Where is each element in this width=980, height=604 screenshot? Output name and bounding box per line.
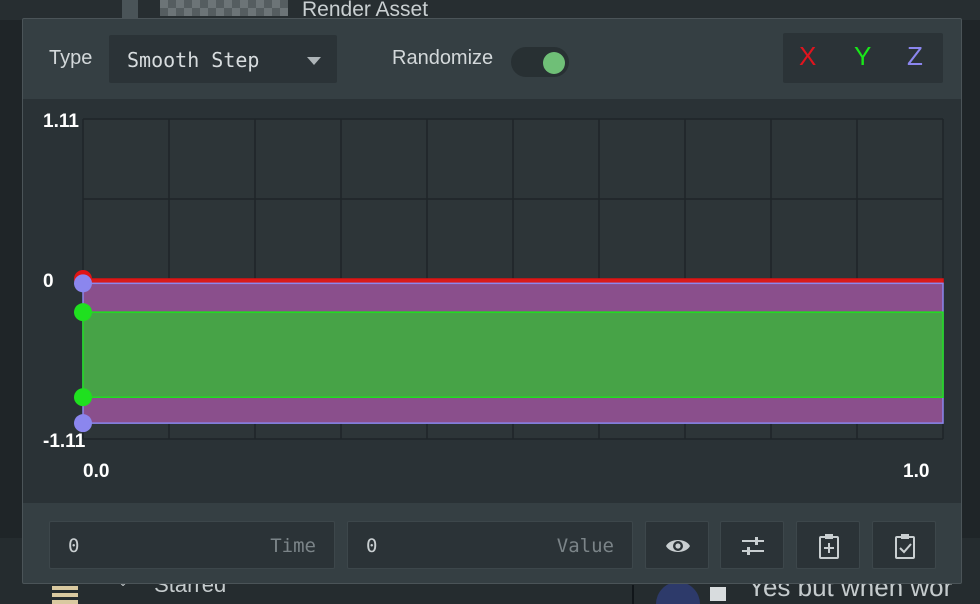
- axis-z-button[interactable]: Z: [907, 41, 923, 72]
- keyframe-handle-y: [74, 303, 92, 322]
- value-field-label: Value: [556, 535, 614, 557]
- folder-icon: [52, 586, 78, 604]
- sliders-icon: [742, 537, 764, 555]
- y-tick-label: 1.11: [43, 111, 79, 132]
- randomize-toggle[interactable]: [511, 47, 569, 77]
- type-selected-value: Smooth Step: [127, 48, 260, 72]
- y-tick-label: -1.11: [43, 431, 86, 452]
- eye-icon: [666, 540, 690, 552]
- axis-y-button[interactable]: Y: [854, 41, 871, 72]
- keyframe-handle-z: [74, 414, 92, 433]
- randomize-label: Randomize: [392, 47, 494, 69]
- asset-thumbnail: [160, 0, 288, 16]
- x-tick-label: 0.0: [83, 461, 109, 482]
- value-field[interactable]: 0 Value: [347, 521, 633, 569]
- axis-x-button[interactable]: X: [799, 41, 816, 72]
- paste-check-button[interactable]: [872, 521, 936, 569]
- visibility-button[interactable]: [645, 521, 709, 569]
- curve-chart[interactable]: 1.11 0 -1.11 0.0 1.0: [23, 99, 961, 503]
- time-field[interactable]: 0 Time: [49, 521, 335, 569]
- y-tick-label: 0: [43, 271, 54, 292]
- caret-down-icon: [307, 57, 321, 65]
- paste-add-icon: [819, 534, 839, 559]
- value-input-value: 0: [366, 535, 378, 557]
- toggle-knob: [543, 52, 565, 74]
- paste-check-icon: [895, 534, 915, 559]
- settings-button[interactable]: [720, 521, 784, 569]
- axis-toggle-group: X Y Z: [783, 33, 943, 83]
- time-field-label: Time: [270, 535, 316, 557]
- background-scroll-strip: [122, 0, 138, 18]
- x-tick-label: 1.0: [903, 461, 929, 482]
- type-label: Type: [49, 47, 93, 69]
- curve-toolbar: Type Smooth Step Randomize X Y Z: [23, 19, 961, 99]
- keyframe-handle-z: [74, 274, 92, 293]
- type-dropdown[interactable]: Smooth Step: [109, 35, 337, 83]
- time-input-value: 0: [68, 535, 80, 557]
- keyframe-editor-bar: 0 Time 0 Value: [23, 503, 961, 583]
- curve-band-y: [82, 311, 944, 398]
- background-divider: [632, 585, 634, 604]
- background-header: [0, 0, 980, 20]
- paste-add-button[interactable]: [796, 521, 860, 569]
- curve-chart-svg: 1.11 0 -1.11 0.0 1.0: [43, 111, 944, 482]
- factory-icon: [710, 587, 726, 601]
- curve-editor-popup: Type Smooth Step Randomize X Y Z 1.11 0 -1…: [22, 18, 962, 584]
- keyframe-handle-y: [74, 388, 92, 407]
